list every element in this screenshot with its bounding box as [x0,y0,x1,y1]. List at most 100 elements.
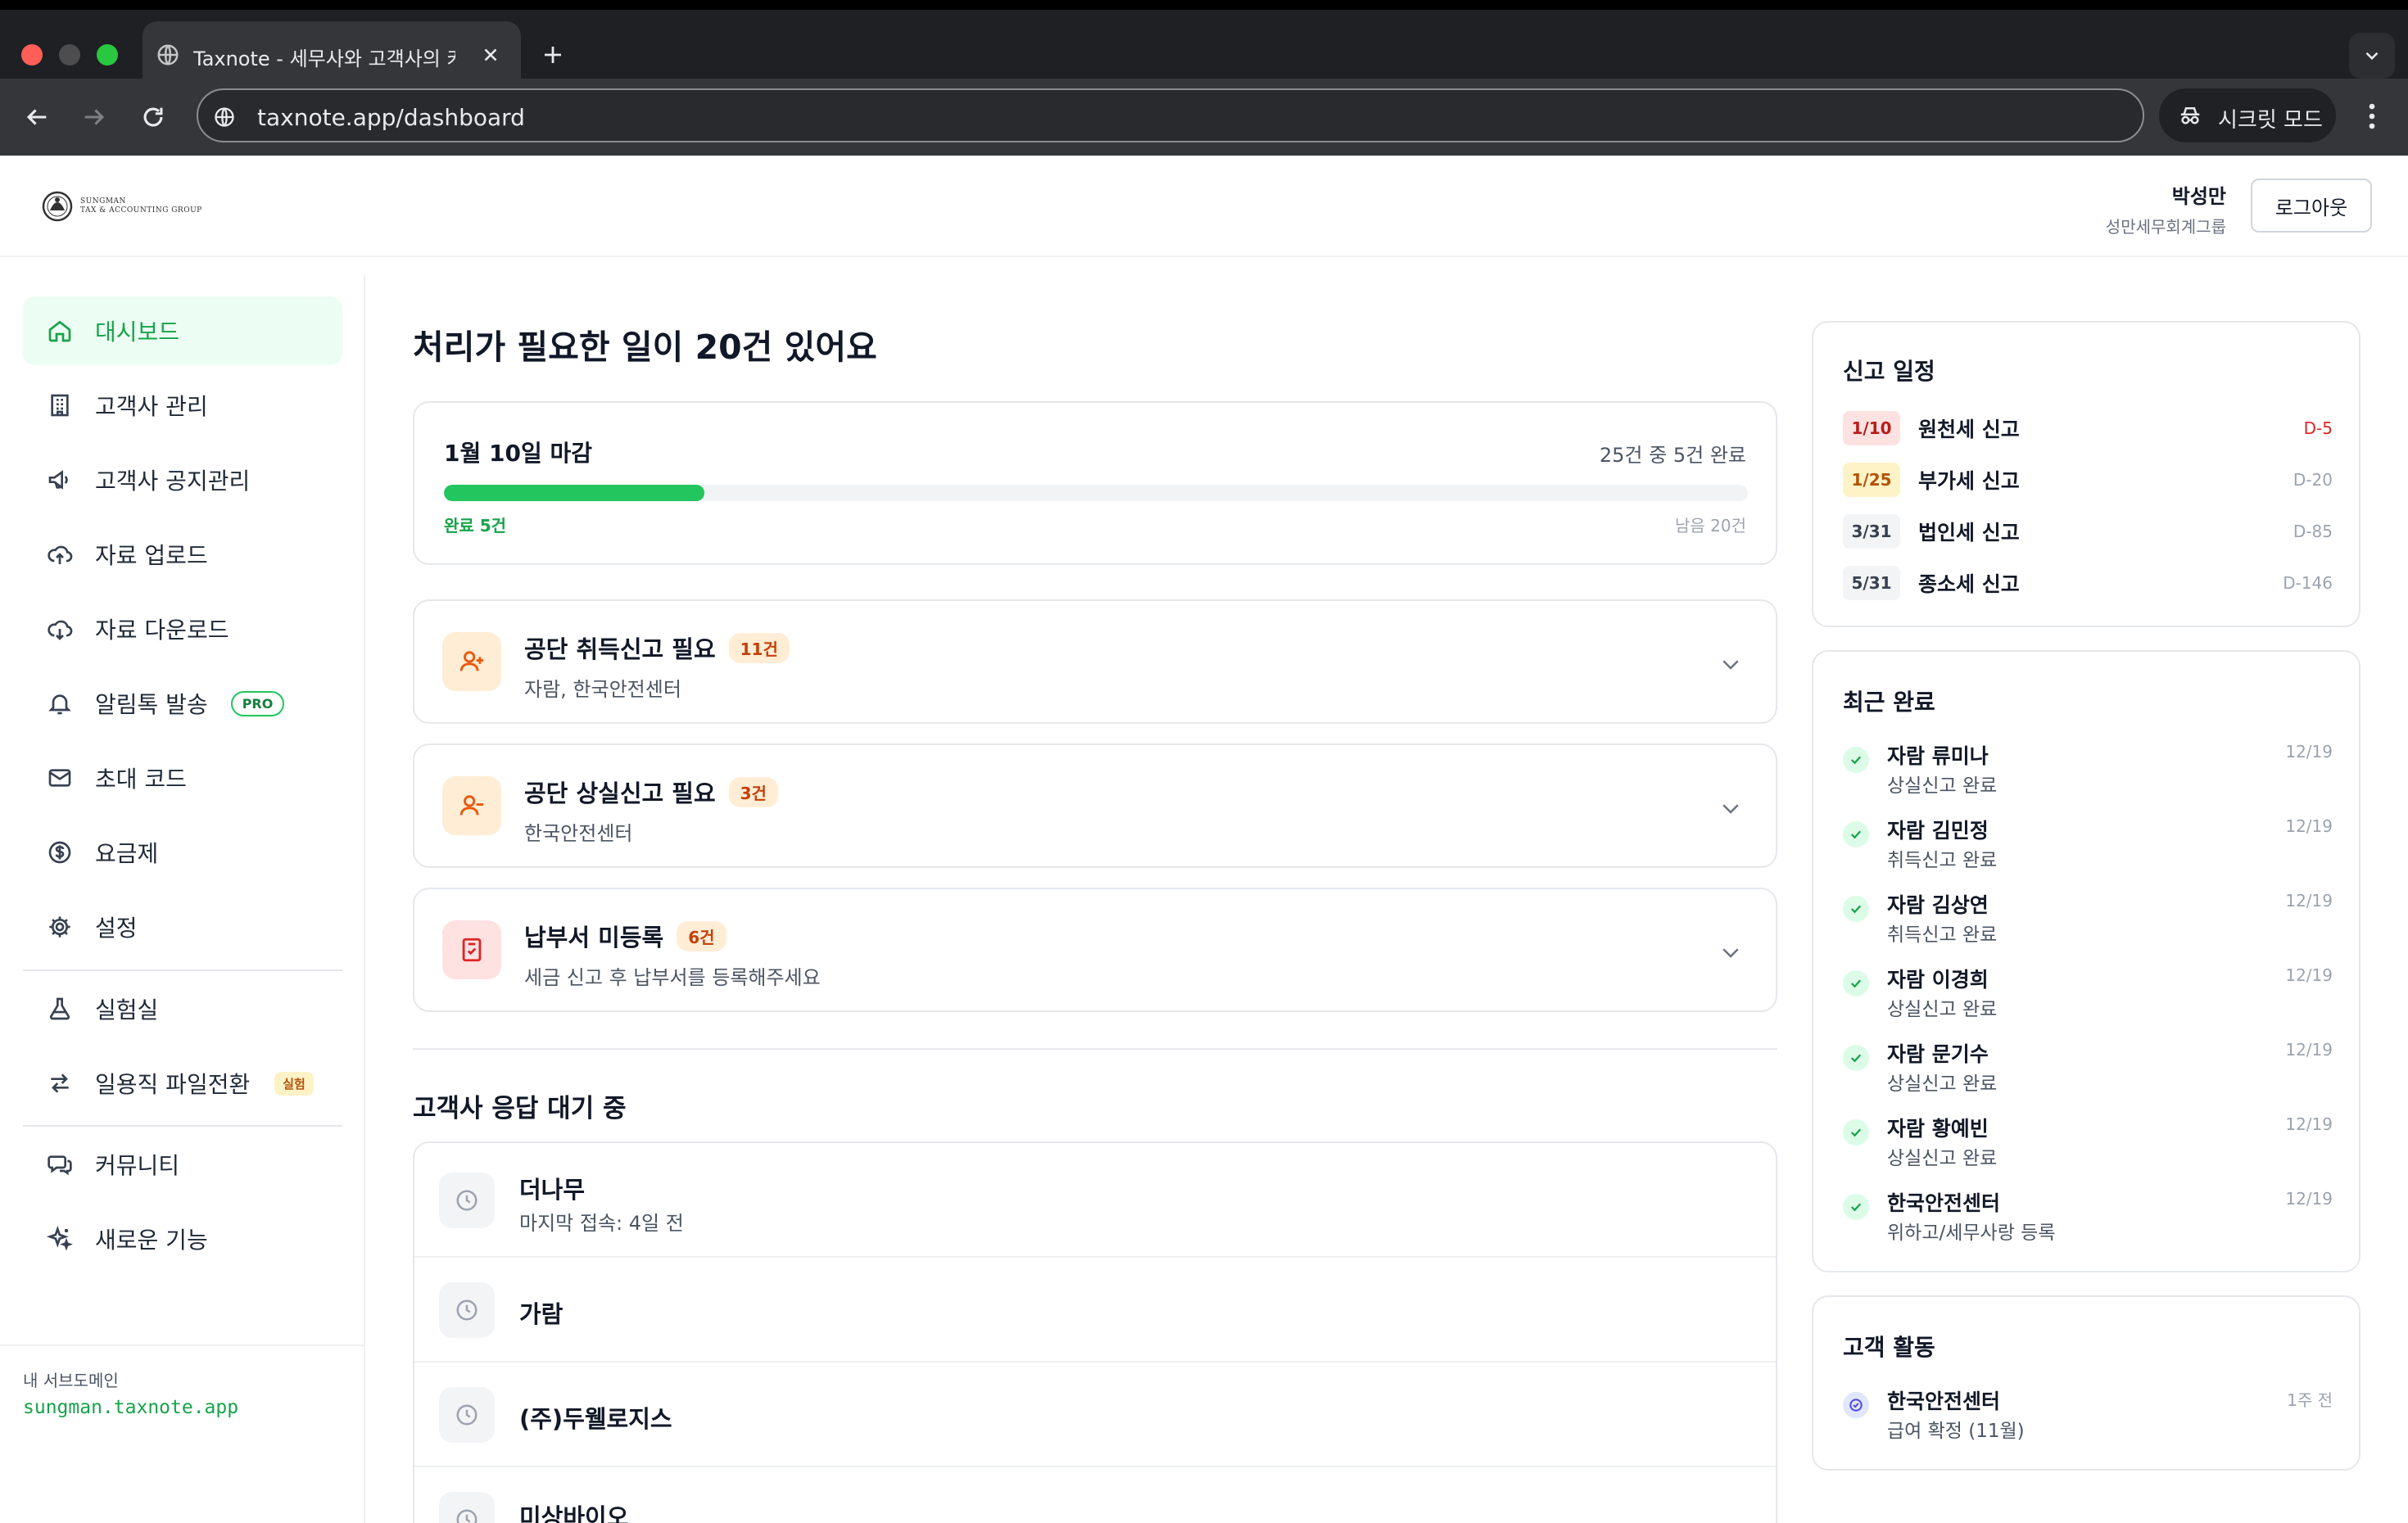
sidebar-divider [23,969,342,971]
task-subtitle: 한국안전센터 [524,822,633,845]
sidebar-item-settings[interactable]: 설정 [23,893,342,961]
card-title: 신고 일정 [1843,358,1935,385]
cloud-download-icon [46,615,74,643]
completed-date: 12/19 [2285,1189,2333,1209]
sparkles-icon [46,1225,74,1253]
sidebar-item-clients[interactable]: 고객사 관리 [23,371,342,440]
sidebar-item-alimtalk[interactable]: 알림톡 발송 PRO [23,669,342,738]
sidebar-item-label: 자료 다운로드 [95,617,229,644]
list-item[interactable]: 자람 김민정 취득신고 완료 12/19 [1843,815,2333,880]
check-icon [1843,821,1869,847]
completed-desc: 상실신고 완료 [1887,1148,1998,1169]
list-item[interactable]: 자람 문기수 상실신고 완료 12/19 [1843,1038,2333,1104]
client-name: 더나무 [519,1176,586,1204]
user-minus-icon [442,776,501,835]
sidebar-item-label: 일용직 파일전환 [95,1071,251,1098]
pro-badge: PRO [230,690,285,716]
forward-arrow-icon[interactable] [80,103,108,131]
dday-label: D-85 [2293,522,2333,541]
list-item[interactable]: 자람 류미나 상실신고 완료 12/19 [1843,740,2333,806]
sidebar-item-lab[interactable]: 실험실 [23,974,342,1043]
back-arrow-icon[interactable] [23,103,51,131]
card-title: 최근 완료 [1843,689,1935,716]
subdomain-label: 내 서브도메인 [23,1371,119,1390]
company-logo[interactable]: SUNGMAN TAX & ACCOUNTING GROUP [41,190,202,223]
schedule-row[interactable]: 5/31 종소세 신고 D-146 [1843,564,2333,602]
sidebar-item-notices[interactable]: 고객사 공지관리 [23,445,342,514]
subdomain-link[interactable]: sungman.taxnote.app [23,1397,238,1418]
address-bar[interactable]: taxnote.app/dashboard [197,88,2144,142]
new-tab-icon[interactable] [541,43,565,67]
schedule-name: 법인세 신고 [1918,521,2020,545]
list-item[interactable]: 자람 김상연 취득신고 완료 12/19 [1843,889,2333,955]
site-info-icon[interactable] [213,106,236,129]
schedule-name: 원천세 신고 [1918,418,2020,441]
sidebar-item-dashboard[interactable]: 대시보드 [23,296,342,365]
check-circle-icon [1843,1392,1869,1418]
task-title-row: 공단 취득신고 필요 11건 [524,630,790,665]
logout-button[interactable]: 로그아웃 [2251,179,2372,233]
chevron-down-icon[interactable] [1718,940,1743,965]
tab-search-button[interactable] [2349,33,2395,79]
list-item[interactable]: 미상바이오 [414,1467,1776,1523]
sidebar-item-label: 실험실 [95,997,159,1024]
progress-done-text: 완료 5건 [444,516,507,536]
count-badge: 11건 [728,632,790,663]
sidebar-item-upload[interactable]: 자료 업로드 [23,520,342,589]
chat-icon [46,1150,74,1178]
date-pill: 3/31 [1843,514,1900,549]
clock-icon [439,1387,495,1443]
browser-menu-icon[interactable] [2360,102,2383,131]
window-minimize-button[interactable] [59,44,80,66]
sidebar-item-invite-code[interactable]: 초대 코드 [23,743,342,812]
tab-close-icon[interactable] [480,44,501,66]
chevron-down-icon[interactable] [1718,796,1743,820]
list-item[interactable]: 자람 이경희 상실신고 완료 12/19 [1843,964,2333,1029]
sidebar-item-community[interactable]: 커뮤니티 [23,1130,342,1199]
sidebar-item-download[interactable]: 자료 다운로드 [23,594,342,663]
list-item[interactable]: (주)두웰로지스 [414,1363,1776,1467]
progress-bar-fill [444,485,705,501]
url-text[interactable]: taxnote.app/dashboard [257,104,525,131]
window-close-button[interactable] [21,44,43,66]
chevron-down-icon[interactable] [1718,652,1743,676]
list-item[interactable]: 한국안전센터 위하고/세무사랑 등록 12/19 [1843,1187,2333,1253]
schedule-row[interactable]: 1/10 원천세 신고 D-5 [1843,409,2333,447]
receipt-icon [442,920,501,979]
user-name: 박성만 [2171,185,2226,208]
sidebar-item-daily-worker-convert[interactable]: 일용직 파일전환 실험 [23,1049,342,1118]
completed-date: 12/19 [2285,1040,2333,1060]
sidebar-item-whats-new[interactable]: 새로운 기능 [23,1204,342,1273]
completed-name: 한국안전센터 [1887,1191,2001,1215]
completed-date: 12/19 [2285,965,2333,985]
completed-name: 자람 문기수 [1887,1042,1989,1066]
progress-remaining-text: 남음 20건 [1674,516,1746,536]
bell-icon [46,689,74,717]
list-item[interactable]: 한국안전센터 급여 확정 (11월) 1주 전 [1843,1385,2333,1451]
sidebar-item-pricing[interactable]: 요금제 [23,818,342,887]
schedule-row[interactable]: 1/25 부가세 신고 D-20 [1843,461,2333,499]
schedule-name: 부가세 신고 [1918,469,2020,493]
list-item[interactable]: 더나무 마지막 접속: 4일 전 [414,1143,1776,1258]
list-item[interactable]: 자람 황예빈 상실신고 완료 12/19 [1843,1113,2333,1178]
cloud-upload-icon [46,540,74,568]
task-card-loss-report[interactable]: 공단 상실신고 필요 3건 한국안전센터 [413,743,1777,868]
schedule-row[interactable]: 3/31 법인세 신고 D-85 [1843,513,2333,550]
list-item[interactable]: 가람 [414,1258,1776,1363]
dollar-icon [46,838,74,866]
check-icon [1843,1194,1869,1220]
clock-icon [439,1282,495,1338]
progress-bar [444,485,1748,501]
task-card-acquisition-report[interactable]: 공단 취득신고 필요 11건 자람, 한국안전센터 [413,599,1777,724]
incognito-indicator[interactable]: 시크릿 모드 [2159,88,2336,142]
window-zoom-button[interactable] [97,44,118,66]
section-divider [413,1048,1777,1050]
completed-desc: 위하고/세무사랑 등록 [1887,1222,2056,1244]
incognito-label: 시크릿 모드 [2218,108,2323,133]
reload-icon[interactable] [139,103,167,131]
user-plus-icon [442,632,501,691]
deadline-title: 1월 10일 마감 [444,440,592,467]
completed-date: 12/19 [2285,1114,2333,1134]
completed-date: 12/19 [2285,742,2333,762]
task-card-unregistered-bill[interactable]: 납부서 미등록 6건 세금 신고 후 납부서를 등록해주세요 [413,888,1777,1012]
